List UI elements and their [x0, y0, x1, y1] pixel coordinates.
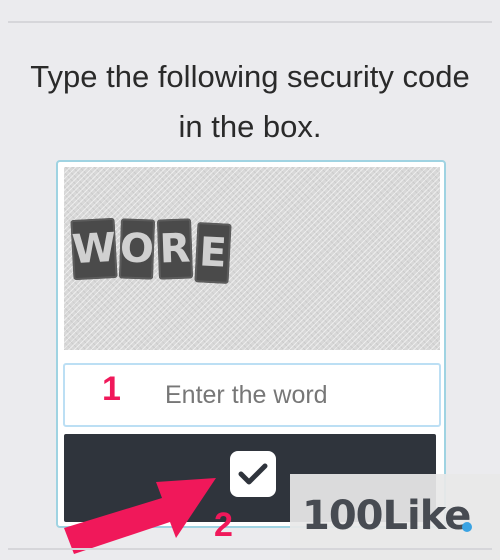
instruction-text: Type the following security code in the …	[0, 52, 500, 152]
captcha-image: W O R E	[64, 167, 440, 350]
captcha-letter: W	[70, 217, 118, 281]
step-marker-1: 1	[102, 370, 121, 408]
step-marker-2: 2	[214, 506, 233, 544]
captcha-letter: O	[118, 218, 156, 280]
instruction-line-2: in the box.	[178, 109, 322, 144]
captcha-letter: E	[194, 222, 232, 284]
watermark-dot-icon	[462, 522, 472, 532]
bottom-divider	[8, 548, 492, 550]
top-divider	[8, 21, 492, 23]
watermark-logo-text: 100Like	[302, 493, 471, 539]
instruction-line-1: Type the following security code	[30, 59, 470, 94]
captcha-letters: W O R E	[70, 217, 234, 284]
captcha-letter: R	[156, 218, 194, 280]
pointer-arrow-icon	[64, 478, 216, 554]
checkmark-icon[interactable]	[230, 451, 276, 497]
